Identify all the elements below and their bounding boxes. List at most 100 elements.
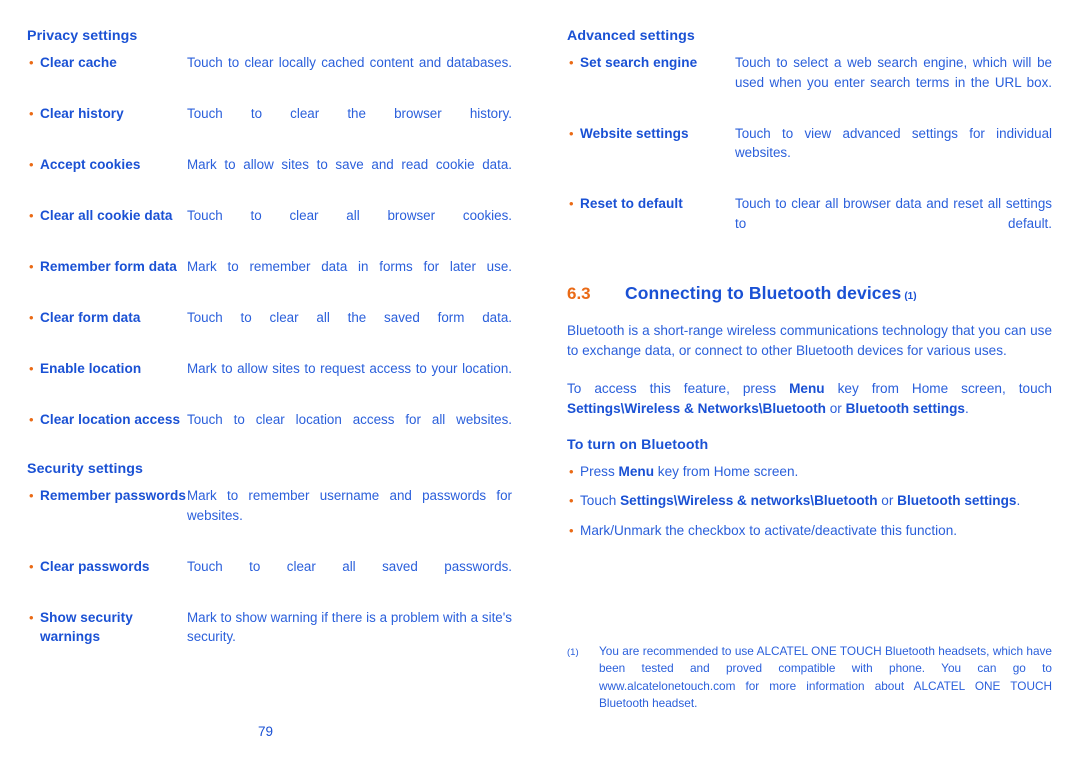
setting-description: Mark to show warning if there is a probl…: [187, 609, 512, 645]
footnote-marker: (1): [567, 647, 579, 658]
bullet-icon: •: [29, 609, 34, 625]
access-bold-settings-path: Settings\Wireless & Networks\Bluetooth: [567, 401, 826, 416]
setting-description: Touch to clear all browser data and rese…: [735, 196, 1052, 231]
setting-description: Mark to allow sites to save and read coo…: [187, 157, 512, 172]
access-bold-menu: Menu: [789, 380, 825, 396]
setting-term: Set search engine: [580, 55, 698, 70]
access-bold-bluetooth-settings: Bluetooth settings: [845, 401, 965, 416]
turn-on-bluetooth-list: • Press Menu key from Home screen. • Tou…: [567, 462, 1052, 542]
setting-description: Touch to clear all the saved form data.: [187, 310, 512, 325]
step-bold-bluetooth-settings: Bluetooth settings: [897, 493, 1017, 508]
page-number-left: 79: [258, 724, 274, 739]
step-text-part1: Mark/Unmark the checkbox to activate/dea…: [580, 522, 958, 538]
setting-term: Clear location access: [40, 412, 181, 427]
setting-description: Touch to clear the browser history.: [187, 106, 512, 121]
bluetooth-access-paragraph: To access this feature, press Menu key f…: [567, 379, 1052, 420]
bullet-icon: •: [569, 522, 574, 538]
setting-term: Remember passwords: [40, 488, 186, 503]
access-text-part4: .: [964, 401, 969, 416]
setting-term: Remember form data: [40, 259, 177, 274]
setting-description: Touch to clear locally cached content an…: [187, 55, 512, 70]
bullet-icon: •: [29, 558, 34, 574]
setting-term: Clear form data: [40, 310, 141, 325]
list-item: • Clear history Touch to clear the brows…: [27, 104, 512, 143]
list-item: • Reset to default Touch to clear all br…: [567, 194, 1052, 253]
bullet-icon: •: [29, 361, 34, 376]
list-item: • Clear cache Touch to clear locally cac…: [27, 53, 512, 92]
footnote-reference-marker: (1): [904, 290, 917, 302]
list-item-text: Touch Settings\Wireless & networks\Bluet…: [580, 491, 1052, 512]
list-item: • Show security warnings Mark to show wa…: [27, 608, 512, 667]
bullet-icon: •: [29, 488, 34, 503]
step-text-part1: Press: [580, 463, 619, 479]
setting-term: Reset to default: [580, 196, 683, 211]
list-item: • Clear all cookie data Touch to clear a…: [27, 206, 512, 245]
step-bold-settings-path: Settings\Wireless & networks\Bluetooth: [620, 493, 878, 508]
privacy-settings-heading: Privacy settings: [27, 28, 138, 44]
bullet-icon: •: [569, 493, 574, 508]
list-item: • Accept cookies Mark to allow sites to …: [27, 155, 512, 194]
setting-term: Enable location: [40, 361, 142, 376]
setting-term: Website settings: [580, 125, 689, 141]
list-item: • Mark/Unmark the checkbox to activate/d…: [567, 521, 1052, 542]
setting-term: Accept cookies: [40, 157, 141, 172]
setting-description: Mark to remember data in forms for later…: [187, 259, 512, 274]
setting-description: Touch to clear all browser cookies.: [187, 208, 512, 223]
section-title-text: Connecting to Bluetooth devices: [625, 282, 902, 303]
step-text-part2: key from Home screen.: [654, 463, 799, 479]
step-bold-menu: Menu: [618, 463, 655, 479]
list-item-text: Mark/Unmark the checkbox to activate/dea…: [580, 521, 1052, 542]
bullet-icon: •: [569, 463, 574, 479]
setting-term: Clear all cookie data: [40, 208, 173, 223]
setting-description: Touch to view advanced settings for indi…: [735, 125, 1052, 161]
list-item: • Website settings Touch to view advance…: [567, 124, 1052, 183]
list-item: • Clear passwords Touch to clear all sav…: [27, 557, 512, 596]
list-item: • Touch Settings\Wireless & networks\Blu…: [567, 491, 1052, 512]
advanced-settings-heading: Advanced settings: [567, 28, 695, 44]
advanced-settings-list: • Set search engine Touch to select a we…: [567, 53, 1052, 253]
step-text-part3: .: [1016, 493, 1021, 508]
setting-term: Clear history: [40, 106, 124, 121]
section-heading-6-3: 6.3 Connecting to Bluetooth devices (1): [567, 283, 1052, 304]
bullet-icon: •: [569, 125, 574, 141]
setting-description: Mark to allow sites to request access to…: [187, 361, 512, 376]
footnote-text: You are recommended to use ALCATEL ONE T…: [599, 644, 1052, 710]
right-page: Advanced settings • Set search engine To…: [540, 0, 1080, 767]
left-page-content: Privacy settings • Clear cache Touch to …: [27, 28, 512, 678]
bullet-icon: •: [29, 259, 34, 274]
setting-description: Touch to select a web search engine, whi…: [735, 55, 1052, 90]
bluetooth-intro-paragraph: Bluetooth is a short-range wireless comm…: [567, 322, 1052, 359]
section-number: 6.3: [567, 283, 591, 303]
bullet-icon: •: [569, 55, 574, 70]
footnote: (1) You are recommended to use ALCATEL O…: [567, 643, 1052, 712]
setting-description: Mark to remember username and passwords …: [187, 488, 512, 523]
step-text-part1: Touch: [580, 493, 621, 508]
list-item: • Press Menu key from Home screen.: [567, 462, 1052, 483]
setting-description: Touch to clear location access for all w…: [187, 412, 512, 427]
bullet-icon: •: [569, 196, 574, 211]
access-text-part2: key from Home screen, touch: [824, 380, 1052, 396]
bullet-icon: •: [29, 106, 34, 121]
access-text-part1: To access this feature, press: [567, 380, 790, 396]
access-text-part3: or: [825, 401, 846, 416]
security-settings-heading: Security settings: [27, 461, 144, 477]
list-item: • Clear form data Touch to clear all the…: [27, 308, 512, 347]
manual-spread: Privacy settings • Clear cache Touch to …: [0, 0, 1080, 767]
list-item: • Remember passwords Mark to remember us…: [27, 486, 512, 545]
setting-term: Show security warnings: [40, 609, 133, 645]
setting-term: Clear passwords: [40, 558, 150, 574]
list-item: • Remember form data Mark to remember da…: [27, 257, 512, 296]
setting-description: Touch to clear all saved passwords.: [187, 558, 512, 574]
bullet-icon: •: [29, 55, 34, 70]
right-page-content: Advanced settings • Set search engine To…: [567, 28, 1052, 550]
bullet-icon: •: [29, 157, 34, 172]
left-page: Privacy settings • Clear cache Touch to …: [0, 0, 540, 767]
list-item-text: Press Menu key from Home screen.: [580, 462, 1052, 483]
list-item: • Enable location Mark to allow sites to…: [27, 359, 512, 398]
turn-on-bluetooth-heading: To turn on Bluetooth: [567, 436, 709, 453]
list-item: • Set search engine Touch to select a we…: [567, 53, 1052, 112]
step-text-part2: or: [877, 493, 898, 508]
bullet-icon: •: [29, 310, 34, 325]
bullet-icon: •: [29, 208, 34, 223]
bullet-icon: •: [29, 412, 34, 427]
